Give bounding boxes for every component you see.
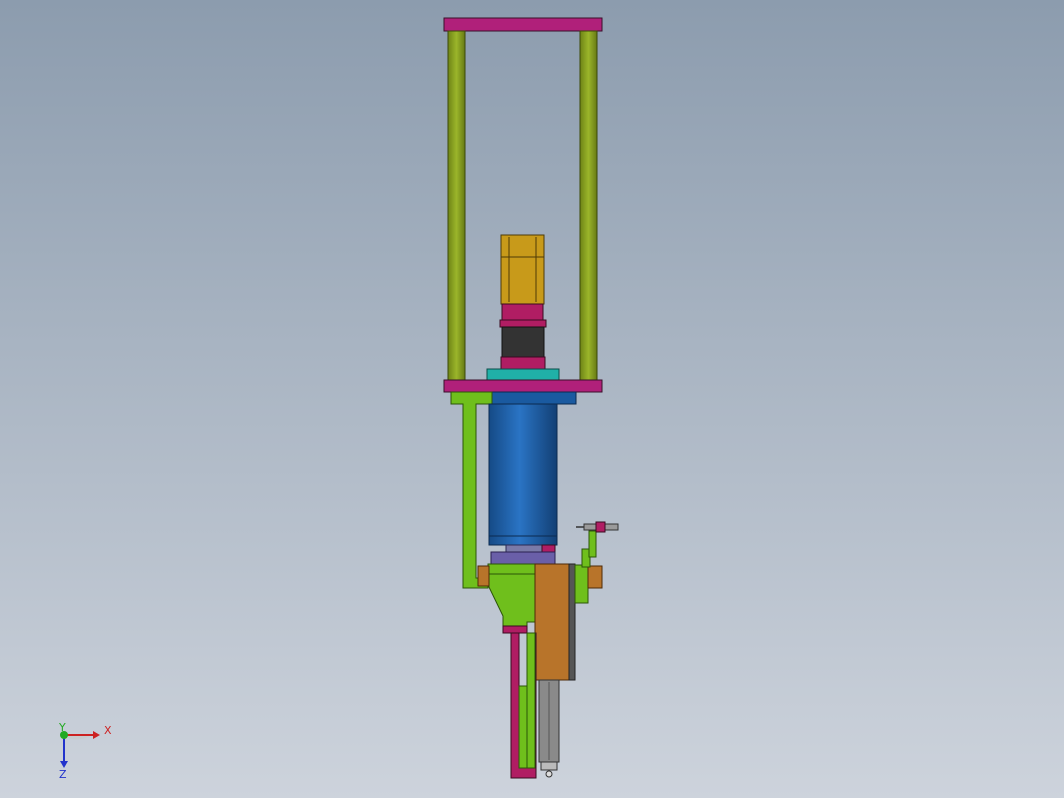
right-small-bracket[interactable]: [574, 564, 589, 604]
coupling-base-ring[interactable]: [500, 356, 546, 370]
left-guide-rod[interactable]: [447, 30, 466, 381]
top-frame-plate[interactable]: [443, 17, 603, 32]
servo-motor[interactable]: [500, 234, 545, 305]
right-orange-spacer[interactable]: [587, 565, 603, 589]
middle-frame-plate[interactable]: [443, 379, 603, 393]
coupling-ring[interactable]: [499, 319, 547, 328]
motor-flange[interactable]: [501, 303, 544, 321]
blue-drive-cylinder[interactable]: [488, 403, 558, 546]
sensor-bracket[interactable]: [588, 530, 597, 558]
cyan-adapter-plate[interactable]: [486, 368, 560, 381]
coupling-sleeve[interactable]: [501, 326, 545, 358]
cylinder-top-cap[interactable]: [488, 391, 577, 405]
plunger-tip-hole: [545, 770, 553, 778]
cylinder-bottom-ring[interactable]: [505, 544, 543, 553]
right-guide-rod[interactable]: [579, 30, 598, 381]
plunger-tip[interactable]: [540, 761, 558, 771]
cad-3d-viewport[interactable]: X Y Z: [0, 0, 1064, 798]
sensor-head[interactable]: [595, 521, 606, 533]
inner-green-strip[interactable]: [526, 632, 536, 769]
triad-x-label: X: [104, 724, 112, 737]
lower-magenta-bar[interactable]: [502, 625, 528, 634]
orange-slide-block[interactable]: [534, 563, 572, 681]
slide-rail[interactable]: [568, 563, 576, 681]
assembly-view[interactable]: X Y Z: [0, 0, 1064, 798]
lavender-mount-plate[interactable]: [490, 551, 556, 565]
triad-y-label: Y: [58, 721, 66, 734]
cylinder-bottom-tab[interactable]: [541, 544, 556, 553]
left-orange-spacer[interactable]: [477, 565, 490, 587]
triad-z-label: Z: [59, 768, 67, 781]
